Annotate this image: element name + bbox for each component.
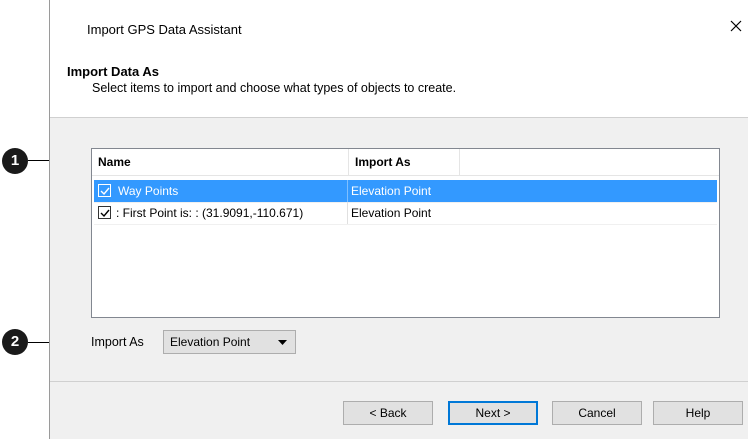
- row-import-as: Elevation Point: [347, 180, 460, 202]
- row-checkbox[interactable]: [98, 206, 111, 219]
- dropdown-arrow-icon: [278, 340, 287, 345]
- row-checkbox[interactable]: [98, 184, 111, 197]
- list-row-way-points[interactable]: Way Points Elevation Point: [94, 180, 717, 203]
- import-gps-dialog: Import GPS Data Assistant Import Data As…: [49, 0, 748, 439]
- cancel-button[interactable]: Cancel: [552, 401, 642, 425]
- import-as-label: Import As: [91, 335, 144, 349]
- close-button[interactable]: [724, 14, 748, 38]
- next-button[interactable]: Next >: [448, 401, 538, 425]
- column-header-import-as[interactable]: Import As: [349, 149, 460, 175]
- checkbox-checked-icon: [100, 187, 110, 196]
- step-title: Import Data As: [67, 64, 159, 79]
- footer-divider: [50, 381, 748, 382]
- column-header-name[interactable]: Name: [92, 149, 349, 175]
- checkbox-checked-icon: [100, 209, 110, 218]
- dialog-header: Import GPS Data Assistant Import Data As…: [50, 0, 748, 118]
- step-description: Select items to import and choose what t…: [92, 81, 457, 95]
- row-name: Way Points: [118, 184, 179, 198]
- back-button[interactable]: < Back: [343, 401, 433, 425]
- import-as-dropdown[interactable]: Elevation Point: [163, 330, 296, 354]
- list-row-first-point[interactable]: : First Point is: : (31.9091,-110.671) E…: [94, 202, 717, 225]
- import-items-list[interactable]: Name Import As Way Points Elevation Poin…: [91, 148, 720, 318]
- callout-1: 1: [2, 148, 28, 174]
- help-button[interactable]: Help: [653, 401, 743, 425]
- callout-2: 2: [2, 329, 28, 355]
- row-import-as: Elevation Point: [347, 202, 460, 224]
- dialog-title: Import GPS Data Assistant: [87, 22, 242, 37]
- import-as-selected-value: Elevation Point: [170, 335, 251, 349]
- close-icon: [730, 20, 742, 32]
- list-header: Name Import As: [92, 149, 719, 176]
- row-name: : First Point is: : (31.9091,-110.671): [116, 206, 304, 220]
